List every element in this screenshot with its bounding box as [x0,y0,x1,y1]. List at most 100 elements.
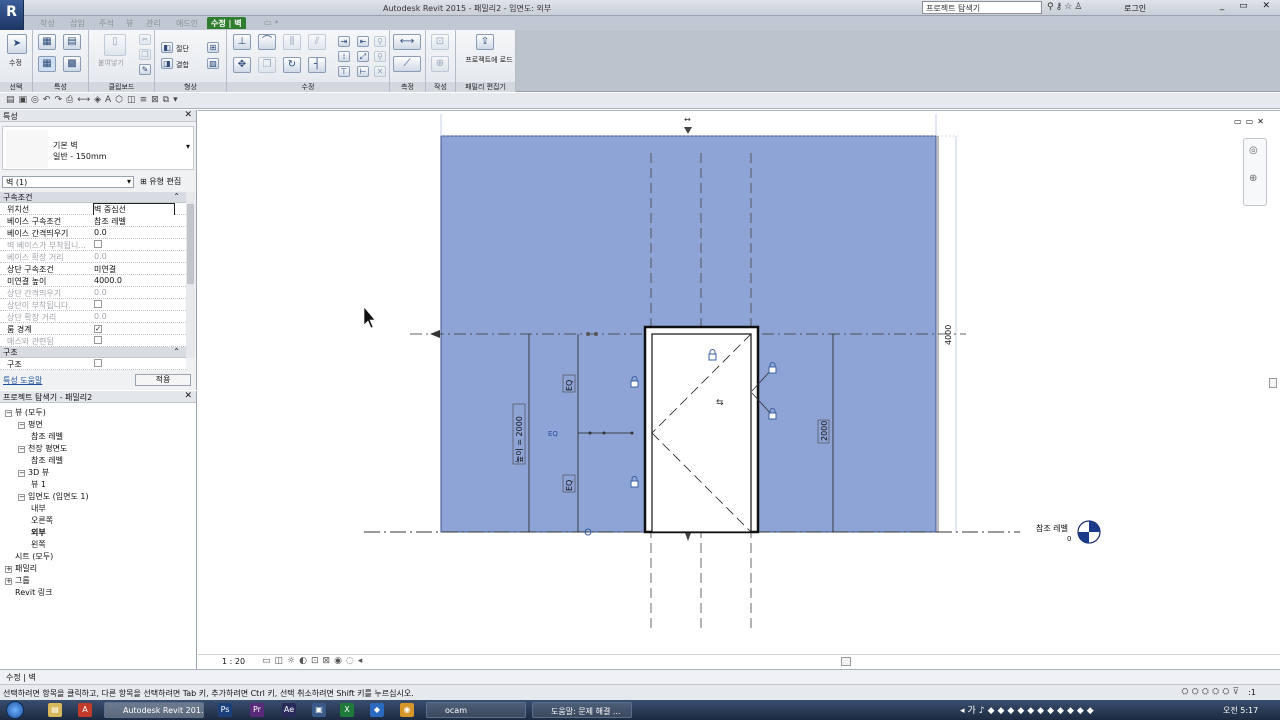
property-row[interactable]: 상단 구속조건 미연결 [0,263,186,275]
properties-scrollbar[interactable] [186,192,195,358]
minimize-view-icon[interactable]: ▭ [1234,117,1246,126]
level-name[interactable]: 참조 레벨 [1036,523,1068,533]
close-hidden-icon[interactable]: ⊠ [151,95,163,105]
pin-icon[interactable]: ⚲ [374,36,386,47]
measure-qat-icon[interactable]: ⟷ [77,95,94,105]
save-icon[interactable]: ▣ [19,95,32,105]
tab-create[interactable]: 작성 [36,17,59,29]
browser-node[interactable]: − 뷰 (모두) [5,407,46,418]
view-scale[interactable]: 1 : 20 [222,657,245,666]
scale-icon[interactable]: ⤢ [357,51,369,62]
property-row[interactable]: 베이스 구속조건 참조 레벨 [0,215,186,227]
paste-icon[interactable]: ▯ [104,34,126,56]
mirror-axis-icon[interactable]: ⫼ [283,34,301,50]
browser-node[interactable]: 참조 레벨 [31,455,63,466]
tray-icon[interactable]: ◆ [1027,706,1037,716]
binoculars-icon[interactable]: ⚲ [1047,2,1056,12]
text-icon[interactable]: A [105,95,115,105]
after-effects-icon[interactable]: Ae [282,703,296,717]
window-controls[interactable]: _ ▭ ✕ [1220,1,1276,11]
measure-icon[interactable]: ⟋ [393,56,421,72]
cope-icon[interactable]: ◧ [161,42,173,53]
property-section-header[interactable]: 구조 ⌃ [0,347,186,358]
adobe-icon[interactable]: A [78,703,92,717]
split-icon[interactable]: ⇥ [338,36,350,47]
print-icon[interactable]: ⎙ [66,95,77,105]
view-window-controls[interactable]: ▭▭✕ [1234,117,1268,126]
tag-icon[interactable]: ◈ [94,95,105,105]
create-similar-icon[interactable]: ⊕ [431,56,449,72]
scroll-left-icon[interactable]: ◂ [358,656,367,666]
type-selector[interactable]: 기본 벽 일반 - 150mm ▾ [2,126,194,170]
options-bar[interactable]: ▤▣◎↶↷⎙⟷◈A⬡◫≡⊠⧉▾ [0,93,1280,109]
navigation-bar[interactable]: ◎ ⊕ [1243,138,1267,206]
zoom-icon[interactable]: ⊕ [1249,173,1257,184]
dropdown-icon[interactable]: ▾ [173,95,182,105]
infocenter-icons[interactable]: ⚲⚷☆♙ [1047,2,1084,12]
cut-icon[interactable]: ✂ [139,34,151,45]
sync-icon[interactable]: ◎ [31,95,43,105]
family-types-icon[interactable]: ▤ [63,34,81,50]
help-search-input[interactable]: 프로젝트 탐색기 [922,1,1042,14]
quick-access-toolbar[interactable] [30,2,99,12]
thin-lines-icon[interactable]: ≡ [140,95,152,105]
collapse-icon[interactable]: ⌃ [173,347,180,356]
collapse-icon[interactable]: − [18,422,25,429]
properties-help-link[interactable]: 특성 도움말 [3,375,42,386]
split-gap-icon[interactable]: ⇤ [357,36,369,47]
cursor-icon[interactable]: ➤ [7,34,27,54]
expand-icon[interactable]: + [5,578,12,585]
sun-path-icon[interactable]: ☼ [287,656,299,666]
scroll-thumb[interactable] [187,204,194,284]
wall-height-dimension-text[interactable]: 4000 [944,325,953,345]
door-panel[interactable] [651,333,752,533]
property-row[interactable]: 구조 [0,358,186,370]
tray-icon[interactable]: ◆ [1057,706,1067,716]
top-drag-arrow[interactable] [684,127,692,134]
system-tray[interactable]: ◂가♪◆◆◆◆◆◆◆◆◆◆◆ [960,703,1097,716]
elevation-drawing[interactable]: ↔ ⇆ 높이 = 2000 2000 4000 EQ EQ EQ 참조 레벨 0 [198,111,1280,655]
tab-annotate[interactable]: 주석 [95,17,118,29]
select-pinned-icon[interactable]: ⛭ [1202,687,1212,697]
offset-icon[interactable]: ⌒ [258,34,276,50]
load-into-project-label[interactable]: 프로젝트에 로드 [465,56,513,65]
property-value[interactable]: 참조 레벨 [94,216,174,227]
tab-insert[interactable]: 삽입 [66,17,89,29]
property-value[interactable]: 4000.0 [94,276,174,285]
section-icon[interactable]: ◫ [127,95,140,105]
align-icon[interactable]: ⊥ [233,34,251,50]
trim-extend-icon[interactable]: ⊤ [338,66,350,77]
property-value[interactable]: 벽 중심선 [93,203,175,216]
array-icon[interactable]: ⁞ [338,51,350,62]
browser-node[interactable]: 왼쪽 [31,539,46,550]
wall-join-icon[interactable]: ⊞ [207,42,219,53]
property-row[interactable]: 위치선 벽 중심선 [0,203,186,216]
door-height-parameter-label[interactable]: 높이 = 2000 [514,416,524,463]
browser-node[interactable]: −3D 뷰 [18,467,49,478]
scroll-thumb[interactable] [1269,378,1277,388]
vertical-scrollbar[interactable] [1268,126,1278,654]
start-button[interactable] [6,701,24,719]
property-value[interactable] [94,359,174,369]
selection-filter-icons[interactable]: ⛭⛭⛭⛭⛭⊽ [1181,687,1242,697]
browser-node[interactable]: Revit 링크 [5,587,52,598]
redo-icon[interactable]: ↷ [54,95,66,105]
tab-addins[interactable]: 애드인 [172,17,202,29]
eq-label[interactable]: EQ [548,430,558,438]
ime-icon[interactable]: 가 [968,706,979,716]
shadows-icon[interactable]: ◐ [299,656,311,666]
browser-node[interactable]: − 입면도 (입면도 1) [18,491,89,502]
browser-node[interactable]: − 천장 평면도 [18,443,67,454]
load-into-project-icon[interactable]: ⇪ [476,34,494,50]
select-underlay-icon[interactable]: ⛭ [1192,687,1202,697]
property-row[interactable]: 룸 경계 ✓ [0,323,186,335]
delete-icon[interactable]: ✕ [374,66,386,77]
browser-node[interactable]: + 패밀리 [5,563,37,574]
detail-level-icon[interactable]: ▭ [262,656,275,666]
photoshop-icon[interactable]: Ps [218,703,232,717]
join-geometry-label[interactable]: 결합 [176,60,189,70]
browser-node[interactable]: − 평면 [18,419,43,430]
edit-type-button[interactable]: ⊞ 유형 편집 [140,176,181,187]
collapse-icon[interactable]: − [5,410,12,417]
property-value[interactable]: 미연결 [94,264,174,275]
